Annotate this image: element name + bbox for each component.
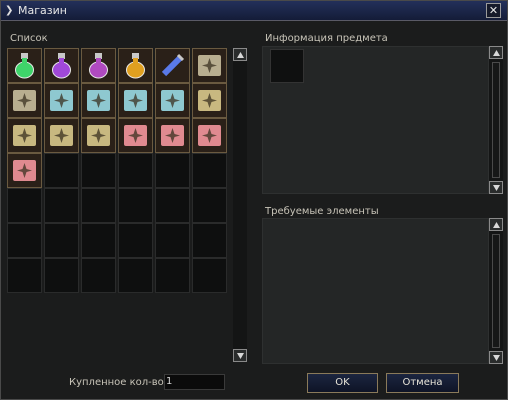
- empty-slot[interactable]: [81, 153, 116, 188]
- empty-slot[interactable]: [192, 188, 227, 223]
- empty-slot[interactable]: [7, 258, 42, 293]
- pink-scroll-icon: [198, 125, 221, 146]
- empty-slot[interactable]: [81, 188, 116, 223]
- chevron-right-icon: ❯: [5, 5, 14, 16]
- item-info-scrollbar[interactable]: [489, 46, 503, 194]
- scroll-down-button[interactable]: [233, 349, 247, 362]
- arrow-down-icon: [237, 353, 244, 359]
- item-slot[interactable]: [118, 118, 153, 153]
- blue-vial-icon: [161, 53, 185, 77]
- cyan-scroll-icon: [124, 90, 147, 111]
- arrow-down-icon: [493, 185, 500, 191]
- item-slot[interactable]: [192, 48, 227, 83]
- close-icon: ✕: [488, 4, 499, 17]
- arrow-up-icon: [237, 52, 244, 58]
- tan-scroll-icon: [87, 125, 110, 146]
- arrow-down-icon: [493, 355, 500, 361]
- empty-slot[interactable]: [118, 153, 153, 188]
- title-bar[interactable]: ❯ Магазин ✕: [1, 1, 507, 21]
- orange-elixir-icon: [126, 53, 145, 79]
- empty-slot[interactable]: [81, 223, 116, 258]
- green-potion-icon: [15, 53, 34, 79]
- scroll-thumb[interactable]: [492, 62, 500, 178]
- item-slot[interactable]: [81, 48, 116, 83]
- quantity-input[interactable]: 1: [164, 374, 225, 390]
- empty-slot[interactable]: [192, 258, 227, 293]
- item-slot[interactable]: [7, 153, 42, 188]
- item-slot[interactable]: [81, 83, 116, 118]
- tan-scroll-icon: [50, 125, 73, 146]
- empty-slot[interactable]: [81, 258, 116, 293]
- item-slot[interactable]: [7, 48, 42, 83]
- item-slot[interactable]: [118, 83, 153, 118]
- pink-scroll-icon: [161, 125, 184, 146]
- pink-scroll-icon: [13, 160, 36, 181]
- item-slot[interactable]: [155, 83, 190, 118]
- empty-slot[interactable]: [7, 223, 42, 258]
- empty-slot[interactable]: [155, 153, 190, 188]
- item-slot[interactable]: [44, 48, 79, 83]
- required-label: Требуемые элементы: [265, 206, 379, 217]
- scroll-up-button[interactable]: [489, 218, 503, 231]
- required-scrollbar[interactable]: [489, 218, 503, 364]
- item-grid: [7, 48, 232, 364]
- scroll-up-button[interactable]: [233, 48, 247, 61]
- tan-scroll-icon: [13, 125, 36, 146]
- tan-scroll-icon: [198, 90, 221, 111]
- beige-scroll-icon: [198, 55, 221, 76]
- scroll-thumb[interactable]: [492, 234, 500, 348]
- purple-potion-icon: [52, 53, 71, 79]
- empty-slot[interactable]: [192, 223, 227, 258]
- quantity-label: Купленное кол-во: [69, 377, 164, 388]
- cancel-button[interactable]: Отмена: [386, 373, 459, 393]
- empty-slot[interactable]: [155, 188, 190, 223]
- empty-slot[interactable]: [44, 153, 79, 188]
- item-slot[interactable]: [155, 48, 190, 83]
- empty-slot[interactable]: [192, 153, 227, 188]
- cyan-scroll-icon: [87, 90, 110, 111]
- violet-elixir-icon: [89, 53, 108, 79]
- list-scrollbar[interactable]: [233, 48, 247, 362]
- empty-slot[interactable]: [118, 223, 153, 258]
- required-panel: [262, 218, 489, 364]
- shop-window: ❯ Магазин ✕ Список Информация предмета Т…: [0, 0, 508, 400]
- arrow-up-icon: [493, 222, 500, 228]
- item-slot[interactable]: [81, 118, 116, 153]
- item-slot[interactable]: [118, 48, 153, 83]
- empty-slot[interactable]: [118, 188, 153, 223]
- empty-slot[interactable]: [44, 188, 79, 223]
- item-slot[interactable]: [44, 118, 79, 153]
- item-slot[interactable]: [155, 118, 190, 153]
- item-slot[interactable]: [44, 83, 79, 118]
- item-slot[interactable]: [192, 83, 227, 118]
- item-slot[interactable]: [7, 83, 42, 118]
- item-info-label: Информация предмета: [265, 33, 388, 44]
- empty-slot[interactable]: [44, 223, 79, 258]
- scroll-down-button[interactable]: [489, 181, 503, 194]
- item-preview-slot: [270, 49, 304, 83]
- beige-scroll-icon: [13, 90, 36, 111]
- window-title: Магазин: [18, 4, 67, 17]
- cyan-scroll-icon: [50, 90, 73, 111]
- arrow-up-icon: [493, 50, 500, 56]
- list-label: Список: [10, 33, 48, 44]
- cyan-scroll-icon: [161, 90, 184, 111]
- empty-slot[interactable]: [118, 258, 153, 293]
- scroll-up-button[interactable]: [489, 46, 503, 59]
- scroll-down-button[interactable]: [489, 351, 503, 364]
- close-button[interactable]: ✕: [486, 3, 501, 18]
- empty-slot[interactable]: [7, 188, 42, 223]
- empty-slot[interactable]: [155, 258, 190, 293]
- ok-button[interactable]: OK: [307, 373, 378, 393]
- empty-slot[interactable]: [155, 223, 190, 258]
- pink-scroll-icon: [124, 125, 147, 146]
- item-slot[interactable]: [7, 118, 42, 153]
- empty-slot[interactable]: [44, 258, 79, 293]
- item-slot[interactable]: [192, 118, 227, 153]
